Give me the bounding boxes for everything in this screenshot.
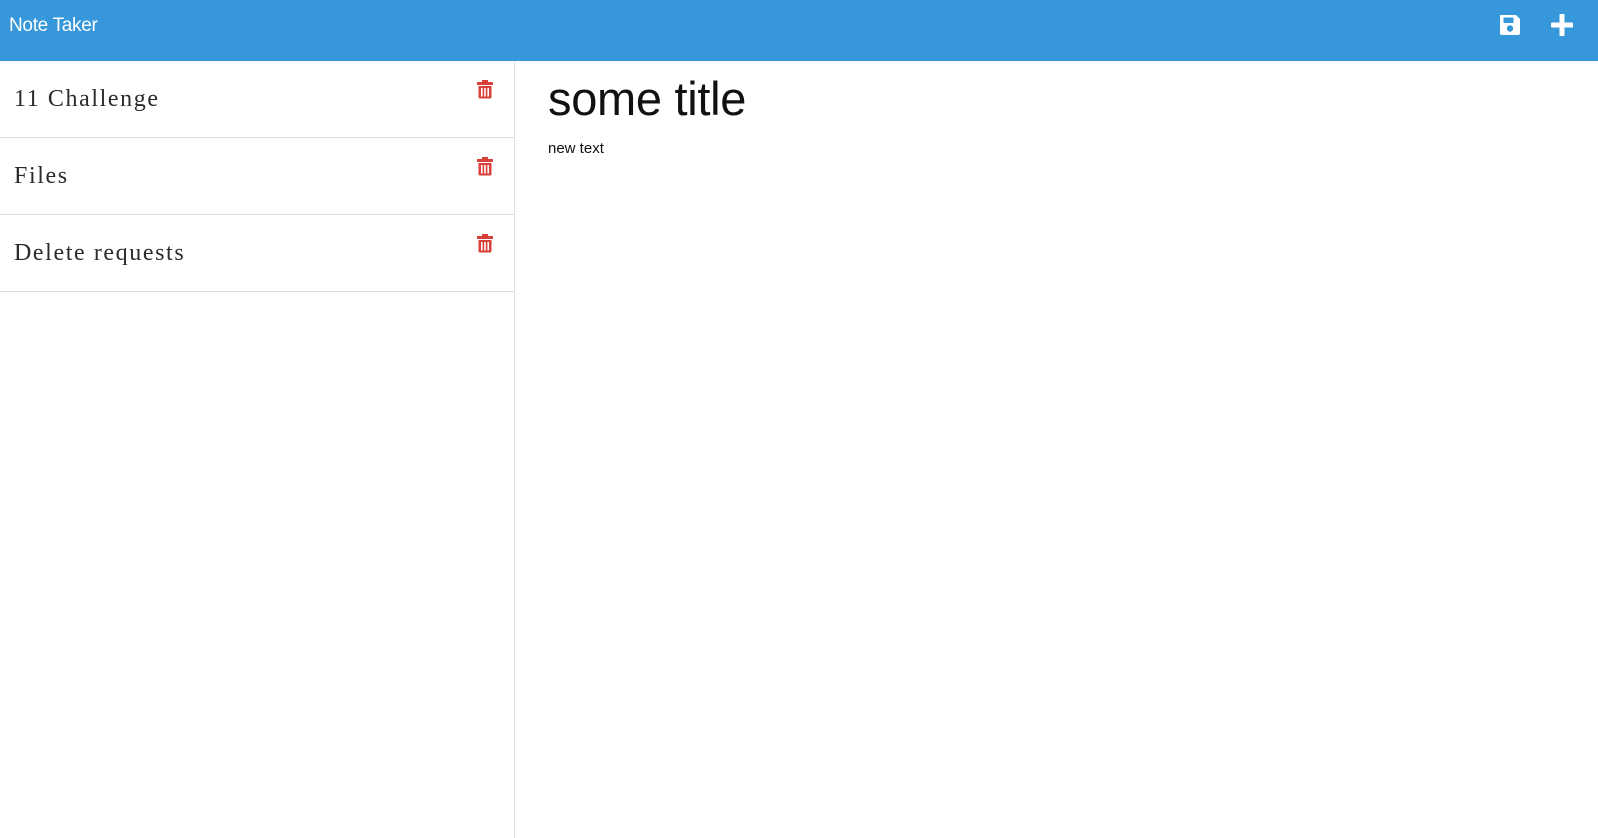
navbar: Note Taker: [0, 0, 1598, 61]
delete-note-button[interactable]: [477, 156, 493, 176]
note-list: 11 Challenge Files Delete requests: [0, 61, 515, 838]
note-list-item[interactable]: Delete requests: [0, 215, 514, 292]
app-brand[interactable]: Note Taker: [9, 13, 98, 39]
trash-icon: [477, 234, 493, 253]
floppy-disk-icon: [1500, 15, 1520, 35]
new-note-button[interactable]: [1549, 12, 1575, 38]
trash-icon: [477, 157, 493, 176]
note-item-title[interactable]: 11 Challenge: [14, 85, 160, 113]
delete-note-button[interactable]: [477, 233, 493, 253]
note-list-item[interactable]: 11 Challenge: [0, 61, 514, 138]
delete-note-button[interactable]: [477, 79, 493, 99]
note-item-title[interactable]: Files: [14, 162, 69, 190]
note-item-title[interactable]: Delete requests: [14, 239, 185, 267]
note-text-area[interactable]: new text: [548, 140, 604, 158]
save-note-button[interactable]: [1497, 12, 1523, 38]
note-title-input[interactable]: some title: [548, 73, 746, 125]
note-editor: some title new text: [516, 61, 1598, 838]
plus-icon: [1551, 14, 1573, 36]
trash-icon: [477, 80, 493, 99]
note-list-item[interactable]: Files: [0, 138, 514, 215]
